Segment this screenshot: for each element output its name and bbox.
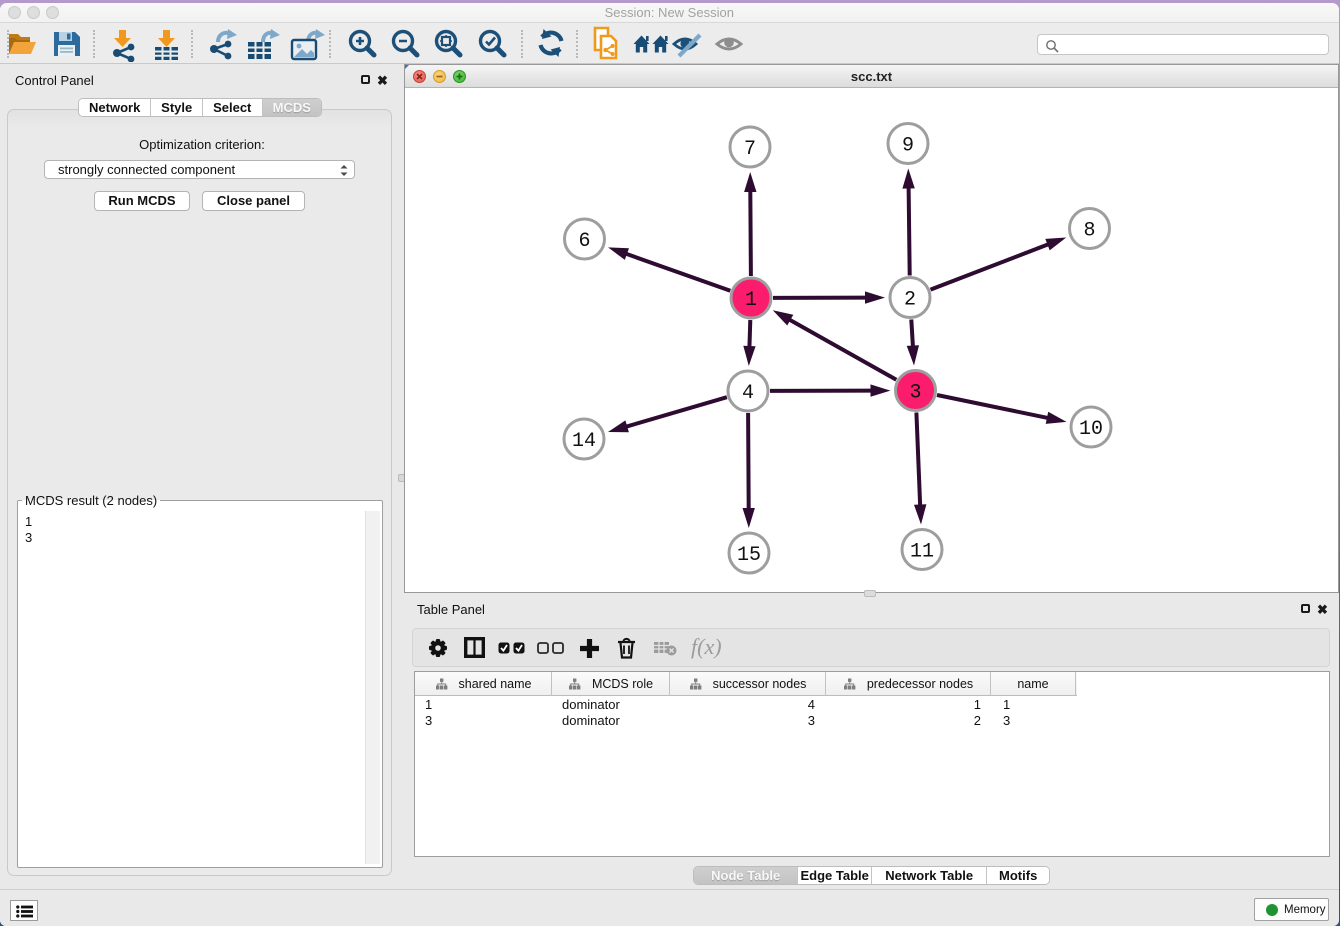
- svg-text:7: 7: [744, 138, 756, 161]
- svg-text:8: 8: [1083, 220, 1095, 243]
- svg-text:10: 10: [1079, 418, 1103, 441]
- svg-text:2: 2: [904, 289, 916, 312]
- svg-text:14: 14: [572, 430, 596, 453]
- svg-text:11: 11: [910, 541, 934, 564]
- svg-text:1: 1: [745, 289, 757, 312]
- svg-text:3: 3: [909, 382, 921, 405]
- svg-text:15: 15: [737, 544, 761, 567]
- svg-text:9: 9: [902, 135, 914, 158]
- svg-text:4: 4: [742, 382, 754, 405]
- svg-text:6: 6: [578, 230, 590, 253]
